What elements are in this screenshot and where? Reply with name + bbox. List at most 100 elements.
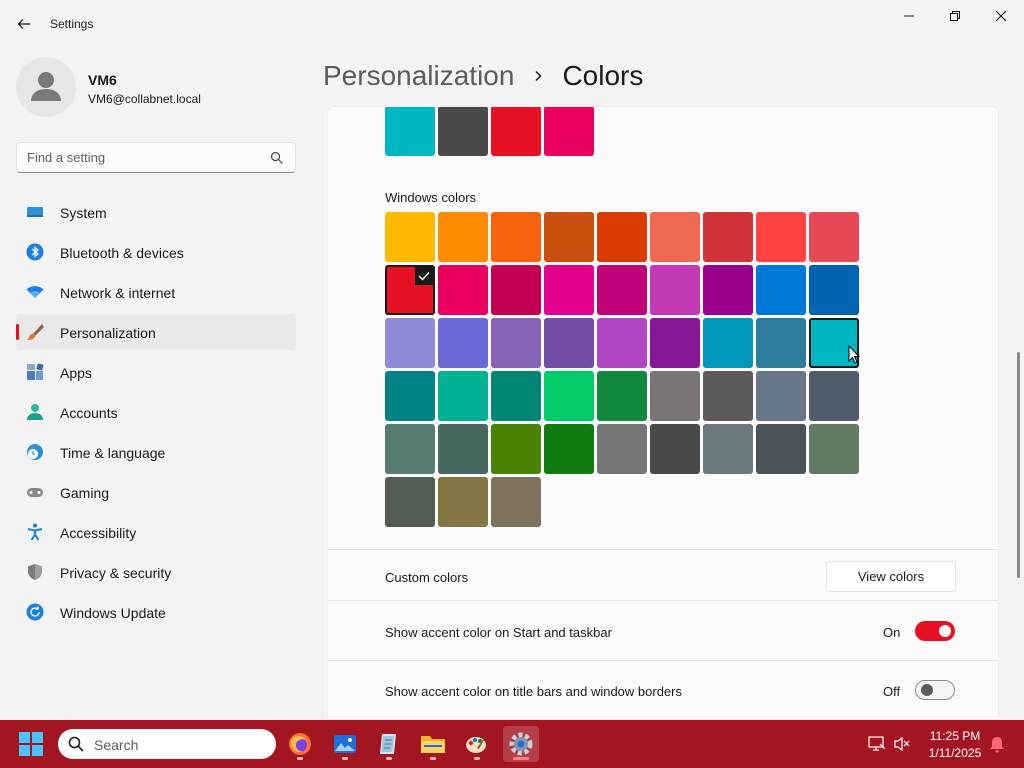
sidebar-nav: System Bluetooth & devices Network & int…: [16, 194, 296, 634]
windows-color-swatch[interactable]: [544, 371, 594, 421]
close-icon: [996, 11, 1006, 21]
sidebar-item-accounts[interactable]: Accounts: [16, 394, 296, 430]
windows-color-swatch[interactable]: [756, 318, 806, 368]
windows-color-swatch[interactable]: [597, 265, 647, 315]
paintbrush-icon: [27, 324, 44, 340]
restore-button[interactable]: [932, 0, 978, 32]
taskbar-search[interactable]: Search: [58, 729, 276, 759]
sidebar-item-personalization[interactable]: Personalization: [16, 314, 296, 350]
windows-color-swatch[interactable]: [650, 371, 700, 421]
sidebar-item-network[interactable]: Network & internet: [16, 274, 296, 310]
sidebar-item-label: Bluetooth & devices: [60, 245, 184, 261]
windows-color-swatch[interactable]: [756, 371, 806, 421]
close-button[interactable]: [978, 0, 1024, 32]
sidebar-item-accessibility[interactable]: Accessibility: [16, 514, 296, 550]
sidebar-item-time-language[interactable]: Time & language: [16, 434, 296, 470]
windows-color-swatch[interactable]: [597, 318, 647, 368]
windows-color-swatch[interactable]: [703, 424, 753, 474]
windows-color-swatch[interactable]: [597, 212, 647, 262]
windows-color-swatch[interactable]: [544, 424, 594, 474]
windows-color-swatch[interactable]: [491, 265, 541, 315]
search-icon: [68, 736, 84, 752]
windows-color-swatch[interactable]: [809, 265, 859, 315]
start-button[interactable]: [14, 728, 48, 760]
search-icon[interactable]: [270, 151, 284, 165]
windows-color-swatch[interactable]: [491, 371, 541, 421]
windows-color-swatch[interactable]: [597, 371, 647, 421]
remote-desktop-icon[interactable]: [868, 735, 886, 753]
accent-titlebars-toggle[interactable]: [915, 680, 955, 700]
windows-color-swatch[interactable]: [703, 265, 753, 315]
taskbar-app-file-explorer[interactable]: [415, 726, 451, 762]
running-indicator: [474, 757, 480, 760]
breadcrumb-parent[interactable]: Personalization: [323, 60, 514, 92]
sidebar-item-privacy[interactable]: Privacy & security: [16, 554, 296, 590]
windows-color-swatch[interactable]: [438, 371, 488, 421]
settings-search[interactable]: [16, 142, 296, 173]
search-input[interactable]: [17, 143, 257, 172]
windows-color-swatch[interactable]: [650, 265, 700, 315]
windows-color-swatch[interactable]: [756, 212, 806, 262]
view-colors-button[interactable]: View colors: [826, 561, 956, 592]
windows-color-swatch[interactable]: [385, 318, 435, 368]
windows-color-swatch[interactable]: [544, 212, 594, 262]
avatar[interactable]: [16, 57, 76, 117]
taskbar-app-photos[interactable]: [327, 726, 363, 762]
windows-color-swatch[interactable]: [544, 318, 594, 368]
taskbar-app-paint[interactable]: [459, 726, 495, 762]
recent-color-swatch[interactable]: [385, 107, 435, 156]
windows-color-swatch[interactable]: [597, 424, 647, 474]
running-indicator: [297, 757, 303, 760]
scrollbar[interactable]: [1017, 352, 1020, 578]
windows-color-swatch[interactable]: [491, 318, 541, 368]
taskbar-app-firefox[interactable]: [282, 726, 318, 762]
windows-color-swatch[interactable]: [650, 318, 700, 368]
windows-color-swatch[interactable]: [438, 424, 488, 474]
windows-color-swatch[interactable]: [703, 212, 753, 262]
windows-color-swatch[interactable]: [756, 265, 806, 315]
windows-color-swatch[interactable]: [650, 212, 700, 262]
windows-color-swatch[interactable]: [544, 265, 594, 315]
clock-date[interactable]: 1/11/2025: [920, 746, 990, 760]
recent-color-swatch[interactable]: [544, 107, 594, 156]
notepad-icon: [380, 734, 396, 754]
update-icon: [26, 603, 44, 621]
windows-color-swatch[interactable]: [438, 265, 488, 315]
sidebar-item-label: Time & language: [60, 445, 166, 461]
sidebar-item-label: Apps: [60, 365, 92, 381]
recent-color-swatch[interactable]: [438, 107, 488, 156]
shield-icon: [28, 564, 42, 580]
windows-color-swatch[interactable]: [491, 212, 541, 262]
sidebar-item-apps[interactable]: Apps: [16, 354, 296, 390]
sidebar-item-system[interactable]: System: [16, 194, 296, 230]
recent-color-swatch[interactable]: [491, 107, 541, 156]
windows-color-swatch[interactable]: [703, 371, 753, 421]
sidebar-item-bluetooth[interactable]: Bluetooth & devices: [16, 234, 296, 270]
windows-color-swatch[interactable]: [385, 265, 435, 315]
sidebar-item-gaming[interactable]: Gaming: [16, 474, 296, 510]
windows-color-swatch[interactable]: [809, 371, 859, 421]
windows-color-swatch[interactable]: [650, 424, 700, 474]
taskbar-app-settings[interactable]: [503, 726, 539, 762]
windows-color-swatch[interactable]: [438, 212, 488, 262]
clock-time[interactable]: 11:25 PM: [920, 729, 990, 743]
windows-color-swatch[interactable]: [809, 424, 859, 474]
windows-color-swatch[interactable]: [809, 212, 859, 262]
windows-color-swatch[interactable]: [438, 318, 488, 368]
taskbar-app-notepad[interactable]: [371, 726, 407, 762]
windows-color-swatch[interactable]: [756, 424, 806, 474]
notification-bell-icon[interactable]: [988, 736, 1006, 754]
windows-color-swatch[interactable]: [438, 477, 488, 527]
accent-start-toggle[interactable]: [915, 621, 955, 641]
windows-color-swatch[interactable]: [385, 371, 435, 421]
windows-color-swatch[interactable]: [703, 318, 753, 368]
volume-muted-icon[interactable]: [893, 735, 911, 753]
windows-color-swatch[interactable]: [385, 212, 435, 262]
windows-color-swatch[interactable]: [385, 477, 435, 527]
windows-color-swatch[interactable]: [491, 424, 541, 474]
minimize-button[interactable]: [886, 0, 932, 32]
back-button[interactable]: [10, 10, 38, 38]
windows-color-swatch[interactable]: [385, 424, 435, 474]
sidebar-item-windows-update[interactable]: Windows Update: [16, 594, 296, 630]
windows-color-swatch[interactable]: [491, 477, 541, 527]
